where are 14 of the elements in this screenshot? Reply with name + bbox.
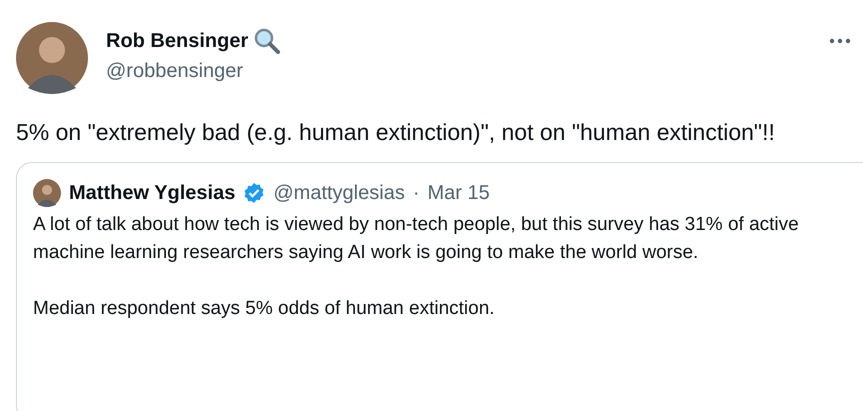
quoted-author-handle[interactable]: @mattyglesias [273,182,405,204]
separator-dot: · [412,182,420,204]
more-icon[interactable] [829,38,851,44]
quoted-author-name[interactable]: Matthew Yglesias [69,182,236,204]
quoted-text: A lot of talk about how tech is viewed by non-tech people, but this survey has 31% of active machine learning researchers saying AI work is going to make the world worse. [33,213,800,265]
magnifier-icon [254,28,280,54]
avatar[interactable] [16,22,88,94]
author-handle[interactable]: @robbensinger [106,60,811,83]
tweet-text: 5% on "extremely bad (e.g. human extinction)", not on "human extinction"!! [16,118,776,147]
quoted-avatar[interactable] [33,179,61,207]
quoted-text: Median respondent says 5% odds of human extinction. [33,297,496,321]
quoted-date[interactable]: Mar 15 [428,182,490,204]
quoted-tweet-card[interactable] [16,162,863,411]
author-name[interactable]: Rob Bensinger [106,30,248,52]
